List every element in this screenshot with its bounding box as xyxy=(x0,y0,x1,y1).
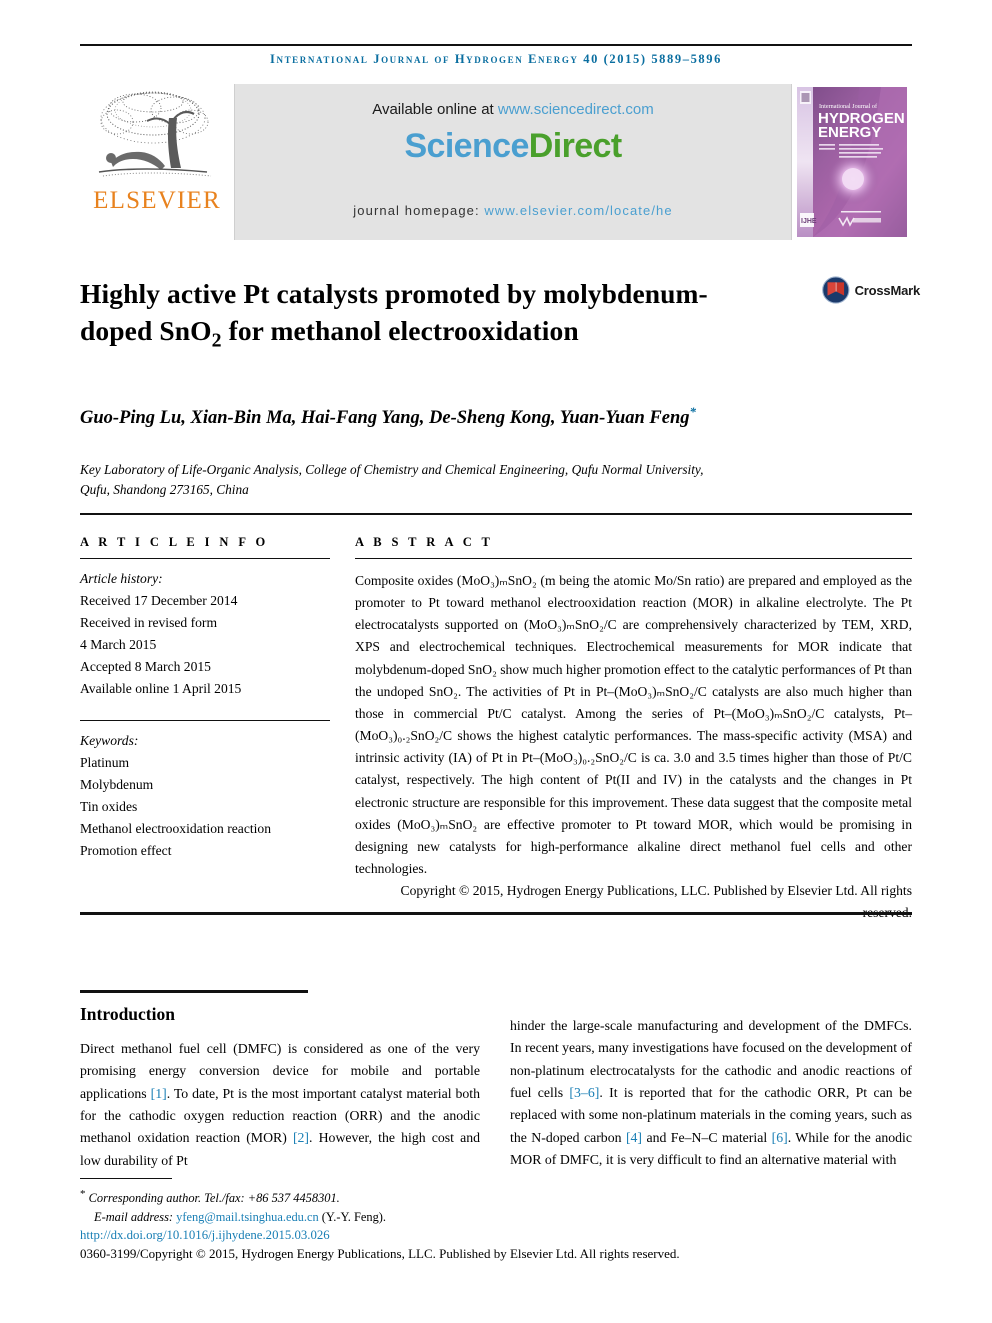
keyword-item: Promotion effect xyxy=(80,843,172,859)
article-history-item: Accepted 8 March 2015 xyxy=(80,659,211,675)
author-names: Guo-Ping Lu, Xian-Bin Ma, Hai-Fang Yang,… xyxy=(80,408,690,429)
sciencedirect-panel: Available online at www.sciencedirect.co… xyxy=(235,84,791,240)
abstract-rule xyxy=(355,558,912,559)
introduction-heading: Introduction xyxy=(80,1004,175,1024)
introduction-paragraph-right: hinder the large-scale manufacturing and… xyxy=(510,1015,912,1171)
introduction-paragraph-left: Direct methanol fuel cell (DMFC) is cons… xyxy=(80,1038,480,1172)
masthead-banner: ELSEVIER Available online at www.science… xyxy=(80,84,912,240)
journal-cover-image: International Journal of HYDROGEN ENERGY… xyxy=(797,87,907,237)
crossmark-label: CrossMark xyxy=(854,282,921,298)
author-list: Guo-Ping Lu, Xian-Bin Ma, Hai-Fang Yang,… xyxy=(80,402,720,433)
abstract-column: A B S T R A C T Composite oxides (MoO₃)ₘ… xyxy=(355,535,912,925)
corresponding-author-note: * Corresponding author. Tel./fax: +86 53… xyxy=(80,1186,640,1208)
reference-link-6[interactable]: [6] xyxy=(772,1130,788,1145)
keywords-label: Keywords: xyxy=(80,733,139,749)
abstract-bottom-rule xyxy=(80,912,912,915)
reference-link-2[interactable]: [2] xyxy=(293,1130,309,1145)
sciencedirect-logo-direct: Direct xyxy=(528,127,622,165)
available-online-text: Available online at xyxy=(372,101,498,118)
article-history-block: Article history: Received 17 December 20… xyxy=(80,568,330,700)
elsevier-tree-icon xyxy=(98,91,212,177)
footnote-block: * Corresponding author. Tel./fax: +86 53… xyxy=(80,1186,640,1226)
svg-text:International Journal of: International Journal of xyxy=(819,103,878,110)
corresponding-author-marker[interactable]: * xyxy=(690,404,697,419)
article-info-heading: A R T I C L E I N F O xyxy=(80,535,269,549)
article-history-label: Article history: xyxy=(80,571,163,586)
keywords-rule xyxy=(80,720,330,722)
keyword-item: Platinum xyxy=(80,755,130,771)
issn-copyright-line: 0360-3199/Copyright © 2015, Hydrogen Ene… xyxy=(80,1246,680,1261)
email-note: E-mail address: yfeng@mail.tsinghua.edu.… xyxy=(80,1208,640,1227)
article-info-column: A R T I C L E I N F O Article history: R… xyxy=(80,535,330,862)
abstract-body: Composite oxides (MoO₃)ₘSnO₂ (m being th… xyxy=(355,573,912,877)
keywords-block: Keywords: Platinum Molybdenum Tin oxides… xyxy=(80,730,330,862)
page-title: Highly active Pt catalysts promoted by m… xyxy=(80,278,708,352)
journal-cover-thumbnail[interactable]: International Journal of HYDROGEN ENERGY… xyxy=(791,84,912,240)
affiliation: Key Laboratory of Life-Organic Analysis,… xyxy=(80,460,915,500)
svg-text:IJHE: IJHE xyxy=(801,218,817,225)
footnote-rule xyxy=(80,1178,172,1179)
body-column-left: Introduction Direct methanol fuel cell (… xyxy=(80,990,480,1186)
running-head: International Journal of Hydrogen Energy… xyxy=(270,52,722,66)
corresponding-author-text: Corresponding author. Tel./fax: +86 537 … xyxy=(88,1191,340,1206)
running-head-rule xyxy=(80,44,912,46)
article-history-item: 4 March 2015 xyxy=(80,637,157,653)
journal-homepage-link[interactable]: www.elsevier.com/locate/he xyxy=(484,203,672,218)
available-online-line: Available online at www.sciencedirect.co… xyxy=(372,101,654,118)
affiliation-line-1: Key Laboratory of Life-Organic Analysis,… xyxy=(80,462,704,477)
keyword-item: Molybdenum xyxy=(80,777,154,793)
abstract-heading: A B S T R A C T xyxy=(355,535,494,549)
article-history-item: Received in revised form xyxy=(80,615,218,631)
doi-link[interactable]: http://dx.doi.org/10.1016/j.ijhydene.201… xyxy=(80,1228,330,1243)
email-link[interactable]: yfeng@mail.tsinghua.edu.cn xyxy=(176,1210,319,1224)
affiliation-line-2: Qufu, Shandong 273165, China xyxy=(80,482,249,498)
abstract-copyright: Copyright © 2015, Hydrogen Energy Public… xyxy=(400,883,913,921)
journal-homepage-label: journal homepage: xyxy=(353,203,485,218)
keyword-item: Methanol electrooxidation reaction xyxy=(80,821,271,837)
email-suffix: (Y.-Y. Feng). xyxy=(318,1209,387,1224)
intro-text-part: and Fe–N–C material xyxy=(642,1129,772,1145)
journal-homepage-line: journal homepage: www.elsevier.com/locat… xyxy=(235,203,791,218)
article-history-item: Available online 1 April 2015 xyxy=(80,681,242,697)
keyword-item: Tin oxides xyxy=(80,799,138,815)
introduction-rule xyxy=(80,990,308,993)
reference-link-3-6[interactable]: [3–6] xyxy=(569,1085,599,1100)
email-label: E-mail address: xyxy=(94,1209,177,1224)
reference-link-4[interactable]: [4] xyxy=(626,1130,642,1145)
crossmark-badge[interactable]: CrossMark xyxy=(822,268,920,312)
reference-link-1[interactable]: [1] xyxy=(151,1086,167,1101)
affiliation-rule xyxy=(80,513,912,515)
elsevier-wordmark: ELSEVIER xyxy=(93,187,221,214)
sciencedirect-logo-science: Science xyxy=(404,127,529,165)
sciencedirect-url-link[interactable]: www.sciencedirect.com xyxy=(498,101,654,118)
crossmark-icon xyxy=(822,276,850,304)
sciencedirect-logo[interactable]: ScienceDirect xyxy=(404,127,622,165)
article-history-item: Received 17 December 2014 xyxy=(80,593,238,609)
elsevier-logo[interactable]: ELSEVIER xyxy=(80,84,235,240)
footnote-star: * xyxy=(80,1188,86,1200)
svg-text:ENERGY: ENERGY xyxy=(818,124,881,141)
article-info-rule xyxy=(80,558,330,559)
body-column-right: hinder the large-scale manufacturing and… xyxy=(510,1015,912,1185)
